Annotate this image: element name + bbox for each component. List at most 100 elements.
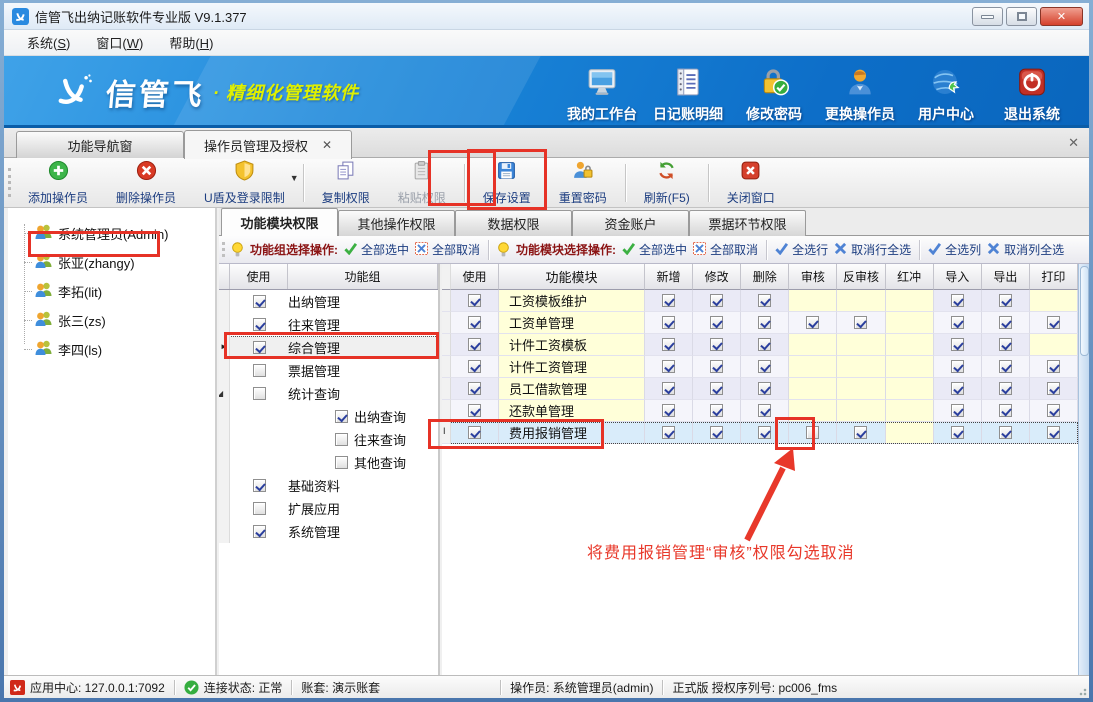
perm-checkbox[interactable] [662,382,675,395]
menu-item-0[interactable]: 系统(S) [14,29,83,56]
perm-checkbox[interactable] [710,316,723,329]
group-checkbox[interactable] [335,433,348,446]
table-row[interactable]: 计件工资模板 [442,334,1078,356]
perm-checkbox[interactable] [710,338,723,351]
close-button[interactable]: ✕ [1040,7,1083,26]
perm-checkbox[interactable] [758,360,771,373]
operator-node-4[interactable]: 李四(ls) [8,335,215,364]
perm-checkbox[interactable] [806,426,819,439]
perm-checkbox[interactable] [662,426,675,439]
toolbar-button-reset-password[interactable]: 重置密码 [545,157,621,209]
perm-checkbox[interactable] [710,426,723,439]
module-select-all-button[interactable]: 全部选中 [622,241,687,258]
perm-checkbox[interactable] [662,360,675,373]
group-row[interactable]: 往来管理 [219,313,438,336]
perm-checkbox[interactable] [951,404,964,417]
perm-checkbox[interactable] [758,316,771,329]
perm-checkbox[interactable] [758,382,771,395]
perm-checkbox[interactable] [662,404,675,417]
banner-action-change-password[interactable]: 修改密码 [731,64,817,124]
table-column-header[interactable]: 反审核 [837,264,885,290]
table-column-header[interactable]: 删除 [741,264,789,290]
dropdown-caret-icon[interactable]: ▼ [290,173,299,183]
group-row[interactable]: 其他查询 [219,451,438,474]
toolbar-button-close-window[interactable]: 关闭窗口 [713,157,789,209]
table-column-header[interactable]: 修改 [693,264,741,290]
table-row[interactable]: 员工借款管理 [442,378,1078,400]
tab-close-icon[interactable]: ✕ [322,138,332,152]
operator-node-2[interactable]: 李拓(lit) [8,277,215,306]
perm-checkbox[interactable] [1047,360,1060,373]
perm-checkbox[interactable] [758,338,771,351]
operator-node-1[interactable]: 张亚(zhangy) [8,248,215,277]
perm-checkbox[interactable] [1047,316,1060,329]
operator-node-3[interactable]: 张三(zs) [8,306,215,335]
minimize-button[interactable] [972,7,1003,26]
perm-tab-4[interactable]: 票据环节权限 [689,210,806,236]
tabstrip-close-icon[interactable]: ✕ [1068,135,1079,151]
perm-checkbox[interactable] [662,338,675,351]
operator-node-0[interactable]: 系统管理员(Admin) [8,219,215,248]
group-checkbox[interactable] [253,295,266,308]
table-column-header[interactable]: 红冲 [886,264,934,290]
maximize-button[interactable] [1006,7,1037,26]
perm-checkbox[interactable] [999,338,1012,351]
banner-action-exit-system[interactable]: 退出系统 [989,64,1075,124]
group-row[interactable]: 扩展应用 [219,497,438,520]
group-row[interactable]: 往来查询 [219,428,438,451]
perm-checkbox[interactable] [710,382,723,395]
table-column-header[interactable]: 打印 [1030,264,1078,290]
perm-checkbox[interactable] [999,316,1012,329]
banner-action-workbench[interactable]: 我的工作台 [559,64,645,124]
use-checkbox[interactable] [468,426,481,439]
group-checkbox[interactable] [253,479,266,492]
perm-checkbox[interactable] [1047,382,1060,395]
perm-checkbox[interactable] [758,426,771,439]
use-checkbox[interactable] [468,294,481,307]
banner-action-user-center[interactable]: 用户中心 [903,64,989,124]
banner-action-switch-operator[interactable]: 更换操作员 [817,64,903,124]
group-row[interactable]: ►综合管理 [219,336,438,359]
use-checkbox[interactable] [468,338,481,351]
toolbar-button-add[interactable]: 添加操作员 [14,157,102,209]
perm-checkbox[interactable] [1047,426,1060,439]
table-column-header[interactable]: 导入 [934,264,982,290]
perm-checkbox[interactable] [710,404,723,417]
module-cancel-all-button[interactable]: 全部取消 [693,241,758,258]
perm-checkbox[interactable] [1047,404,1060,417]
cancel-rows-button[interactable]: 取消行全选 [834,241,911,258]
perm-checkbox[interactable] [999,426,1012,439]
table-row[interactable]: 工资单管理 [442,312,1078,334]
perm-tab-3[interactable]: 资金账户 [572,210,689,236]
perm-checkbox[interactable] [806,316,819,329]
group-checkbox[interactable] [253,364,266,377]
perm-checkbox[interactable] [662,316,675,329]
table-row[interactable]: 还款单管理 [442,400,1078,422]
perm-checkbox[interactable] [854,316,867,329]
group-row[interactable]: 基础资料 [219,474,438,497]
perm-checkbox[interactable] [710,360,723,373]
group-checkbox[interactable] [335,456,348,469]
perm-checkbox[interactable] [662,294,675,307]
use-checkbox[interactable] [468,360,481,373]
perm-checkbox[interactable] [951,316,964,329]
banner-action-journal[interactable]: 日记账明细 [645,64,731,124]
group-checkbox[interactable] [253,318,266,331]
group-row[interactable]: 系统管理 [219,520,438,543]
perm-checkbox[interactable] [951,294,964,307]
table-column-header[interactable]: 审核 [789,264,837,290]
table-column-header[interactable]: 新增 [645,264,693,290]
group-row[interactable]: 票据管理 [219,359,438,382]
group-select-all-button[interactable]: 全部选中 [344,241,409,258]
perm-checkbox[interactable] [999,404,1012,417]
toolbar-button-refresh[interactable]: 刷新(F5) [630,157,704,209]
resize-grip[interactable] [1076,685,1087,696]
expand-triangle-icon[interactable]: ◢ [219,389,223,398]
group-checkbox[interactable] [253,502,266,515]
select-cols-button[interactable]: 全选列 [928,241,981,258]
menu-item-1[interactable]: 窗口(W) [83,29,156,56]
perm-checkbox[interactable] [758,404,771,417]
perm-checkbox[interactable] [758,294,771,307]
perm-checkbox[interactable] [999,360,1012,373]
table-column-header[interactable]: 导出 [982,264,1030,290]
